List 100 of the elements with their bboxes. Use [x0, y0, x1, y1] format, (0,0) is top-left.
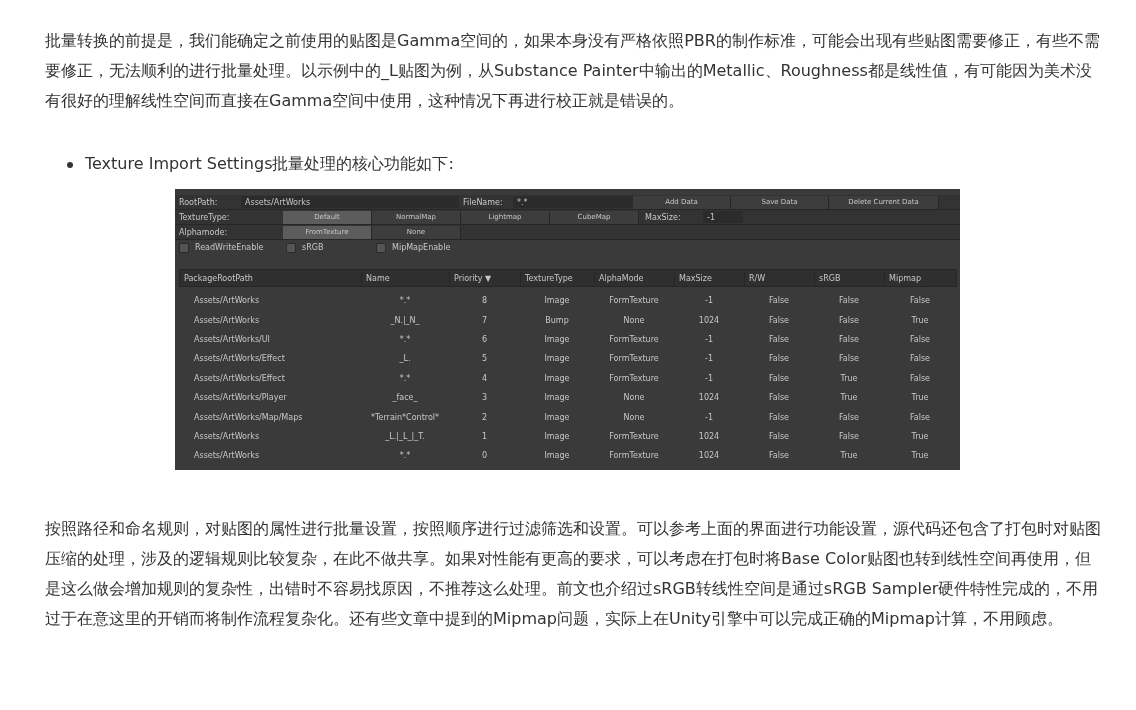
bullet-icon — [67, 161, 73, 168]
table-cell-text: Assets/ArtWorks/Map/Maps — [193, 412, 304, 422]
table-cell-text: False — [767, 296, 791, 306]
table-cell-text: False — [767, 315, 791, 325]
paragraph: 批量转换的前提是，我们能确定之前使用的贴图是Gamma空间的，如果本身没有严格依照PBR的制作标准，可能会出现有些贴图需要修正，有些不需要修正，无法顺利的进行批量处理。以示例中的_L贴图为例，从Substance Painter中输出的Metallic、Roughness都是线性值，有可能因为美术没有很好的理解线性空间而直接在Gamma空间中使用，这种情况下再进行校正就是错误的。 — [45, 30, 1101, 112]
table-cell-text: Image — [543, 334, 571, 344]
table-cell-text: Image — [543, 412, 571, 422]
column-header[interactable]: sRGB — [815, 270, 885, 286]
table-cell-text: Assets/ArtWorks/UI — [193, 334, 271, 344]
list-item: Texture Import Settings批量处理的核心功能如下: — [85, 154, 454, 175]
table-cell-text: False — [908, 334, 932, 344]
column-header[interactable]: Name — [362, 270, 450, 286]
table-cell-text: 5 — [480, 354, 489, 364]
table-cell-text: _N.|_N_ — [389, 315, 421, 325]
table-cell-text: None — [622, 393, 646, 403]
checkbox[interactable]: ReadWriteEnable — [179, 242, 286, 253]
table-cell-text: 3 — [480, 393, 489, 403]
table-cell-text: Assets/ArtWorks/Effect — [193, 354, 286, 364]
table-cell-text: Assets/ArtWorks/Player — [193, 393, 288, 403]
table-cell-text: 8 — [480, 296, 489, 306]
table-cell-text: False — [837, 412, 861, 422]
column-header[interactable]: TextureType — [521, 270, 595, 286]
table-cell-text: Assets/ArtWorks — [193, 315, 261, 325]
table-cell-text: Assets/ArtWorks — [193, 451, 261, 461]
table-cell-text: True — [839, 393, 859, 403]
table-cell-text: *Terrain*Control* — [370, 412, 440, 422]
table-cell-text: 6 — [480, 334, 489, 344]
table-cell-text: FormTexture — [608, 373, 660, 383]
table-cell-text: 1024 — [697, 431, 721, 441]
column-header[interactable]: PackageRootPath — [180, 270, 362, 286]
checkbox[interactable]: sRGB — [286, 242, 376, 253]
table-cell-text: False — [767, 354, 791, 364]
table-cell-text: -1 — [704, 412, 714, 422]
table-cell-text: Assets/ArtWorks — [193, 431, 261, 441]
table-cell-text: False — [767, 334, 791, 344]
table-cell-text: -1 — [704, 373, 714, 383]
table-cell-text: False — [837, 431, 861, 441]
table-cell-text: 1024 — [697, 393, 721, 403]
table-cell-text: Image — [543, 451, 571, 461]
table-cell-text: *.* — [398, 296, 412, 306]
paragraph: 按照路径和命名规则，对贴图的属性进行批量设置，按照顺序进行过滤筛选和设置。可以参考上面的界面进行功能设置，源代码还包含了打包时对贴图压缩的处理，涉及的逻辑规则比较复杂，在此不做共享。如果对性能有更高的要求，可以考虑在打包时将Base Color贴图也转到线性空间再使用，但是这么做会增加规则的复杂性，出错时不容易找原因，不推荐这么处理。前文也介绍过sRGB转线性空间是通过sRGB Sampler硬件特性完成的，不用过于在意这里的开销而将制作流程复杂化。还有些文章中提到的Mipmap问题，实际上在Unity引擎中可以完成正确的Mipmap计算，不用顾虑。 — [45, 518, 1102, 630]
table-cell-text: *.* — [398, 373, 412, 383]
table-cell-text: None — [622, 315, 646, 325]
table-cell-text: FormTexture — [608, 354, 660, 364]
root-path-field[interactable]: Assets/ArtWorks — [241, 196, 459, 208]
table-cell-text: False — [837, 334, 861, 344]
table-cell-text: Bump — [544, 315, 570, 325]
table-cell-text: 1 — [480, 431, 489, 441]
checkbox[interactable]: MipMapEnable — [376, 242, 466, 253]
table-cell-text: FormTexture — [608, 451, 660, 461]
table-cell-text: Image — [543, 431, 571, 441]
table-cell-text: True — [839, 373, 859, 383]
table-cell-text: True — [910, 431, 930, 441]
table-cell-text: *.* — [398, 334, 412, 344]
table-cell-text: False — [908, 412, 932, 422]
table-cell-text: 0 — [480, 451, 489, 461]
table-cell-text: 7 — [480, 315, 489, 325]
table-cell-text: -1 — [704, 334, 714, 344]
table-cell-text: Assets/ArtWorks/Effect — [193, 373, 286, 383]
file-name-field[interactable]: *.* — [513, 196, 633, 208]
field-label: RootPath: — [179, 197, 219, 207]
table-cell-text: _face_ — [391, 393, 419, 403]
field-label: TextureType: — [179, 212, 231, 222]
table-cell-text: 2 — [480, 412, 489, 422]
column-header[interactable]: MaxSize — [675, 270, 745, 286]
table-cell-text: Image — [543, 373, 571, 383]
table-cell-text: False — [908, 354, 932, 364]
table-cell-text: FormTexture — [608, 334, 660, 344]
table-cell-text: 1024 — [697, 315, 721, 325]
table-cell-text: False — [767, 431, 791, 441]
table-cell-text: -1 — [704, 296, 714, 306]
column-header[interactable]: Priority ▼ — [450, 270, 521, 286]
table-cell-text: False — [837, 354, 861, 364]
column-header[interactable]: AlphaMode — [595, 270, 675, 286]
table-cell-text: False — [767, 412, 791, 422]
table-cell-text: Image — [543, 354, 571, 364]
table-cell-text: Assets/ArtWorks — [193, 296, 261, 306]
table-cell-text: None — [622, 412, 646, 422]
table-cell-text: FormTexture — [608, 431, 660, 441]
table-cell-text: False — [908, 296, 932, 306]
table-cell-text: -1 — [704, 354, 714, 364]
table-cell-text: False — [767, 451, 791, 461]
table-cell-text: *.* — [398, 451, 412, 461]
table-cell-text: False — [908, 373, 932, 383]
table-cell-text: True — [910, 451, 930, 461]
table-cell-text: 4 — [480, 373, 489, 383]
table-cell-text: True — [910, 393, 930, 403]
table-cell-text: FormTexture — [608, 296, 660, 306]
field-label: MaxSize: — [644, 212, 682, 222]
table-cell-text: False — [837, 296, 861, 306]
column-header[interactable]: R/W — [745, 270, 815, 286]
table-cell-text: Image — [543, 296, 571, 306]
table-cell-text: True — [910, 315, 930, 325]
field-label: Alphamode: — [179, 227, 229, 237]
max-size-field[interactable]: -1 — [703, 211, 743, 223]
table-cell-text: 1024 — [697, 451, 721, 461]
table-cell-text: False — [837, 315, 861, 325]
field-label: FileName: — [462, 197, 504, 207]
table-cell-text: _L. — [398, 354, 412, 364]
column-header[interactable]: Mipmap — [885, 270, 957, 286]
